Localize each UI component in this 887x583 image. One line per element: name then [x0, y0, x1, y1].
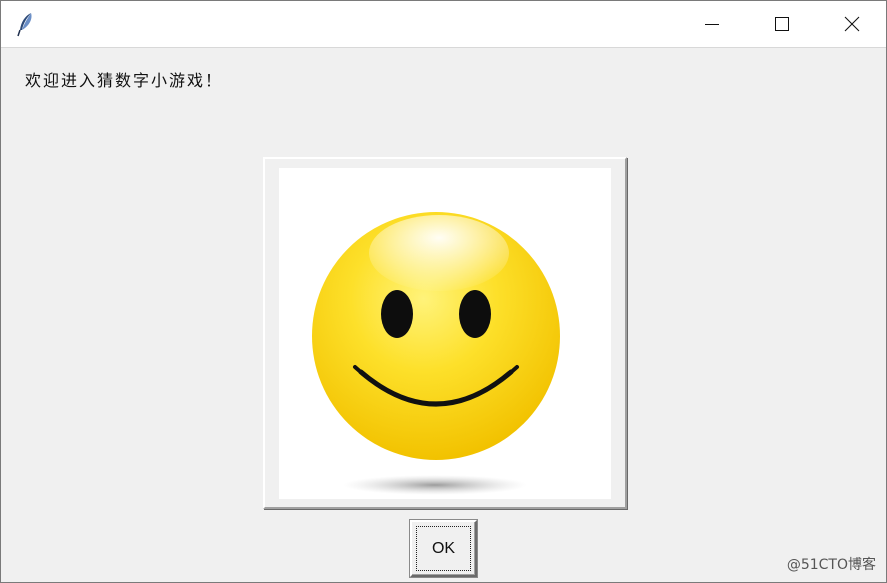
maximize-icon [775, 17, 789, 31]
app-window: 欢迎进入猜数字小游戏！ OK @51CTO博客 [0, 0, 887, 583]
watermark: @51CTO博客 [786, 557, 876, 573]
image-canvas [279, 168, 611, 499]
minimize-button[interactable] [677, 1, 747, 47]
minimize-icon [705, 24, 719, 25]
image-label [263, 157, 627, 509]
close-icon [844, 16, 860, 32]
close-button[interactable] [817, 1, 887, 47]
focus-ring [416, 526, 471, 571]
title-bar[interactable] [1, 1, 886, 48]
feather-icon [17, 13, 32, 37]
welcome-message: 欢迎进入猜数字小游戏！ [25, 71, 224, 90]
smiley-face-icon [312, 212, 560, 495]
ok-button[interactable]: OK [410, 520, 477, 577]
maximize-button[interactable] [747, 1, 817, 47]
